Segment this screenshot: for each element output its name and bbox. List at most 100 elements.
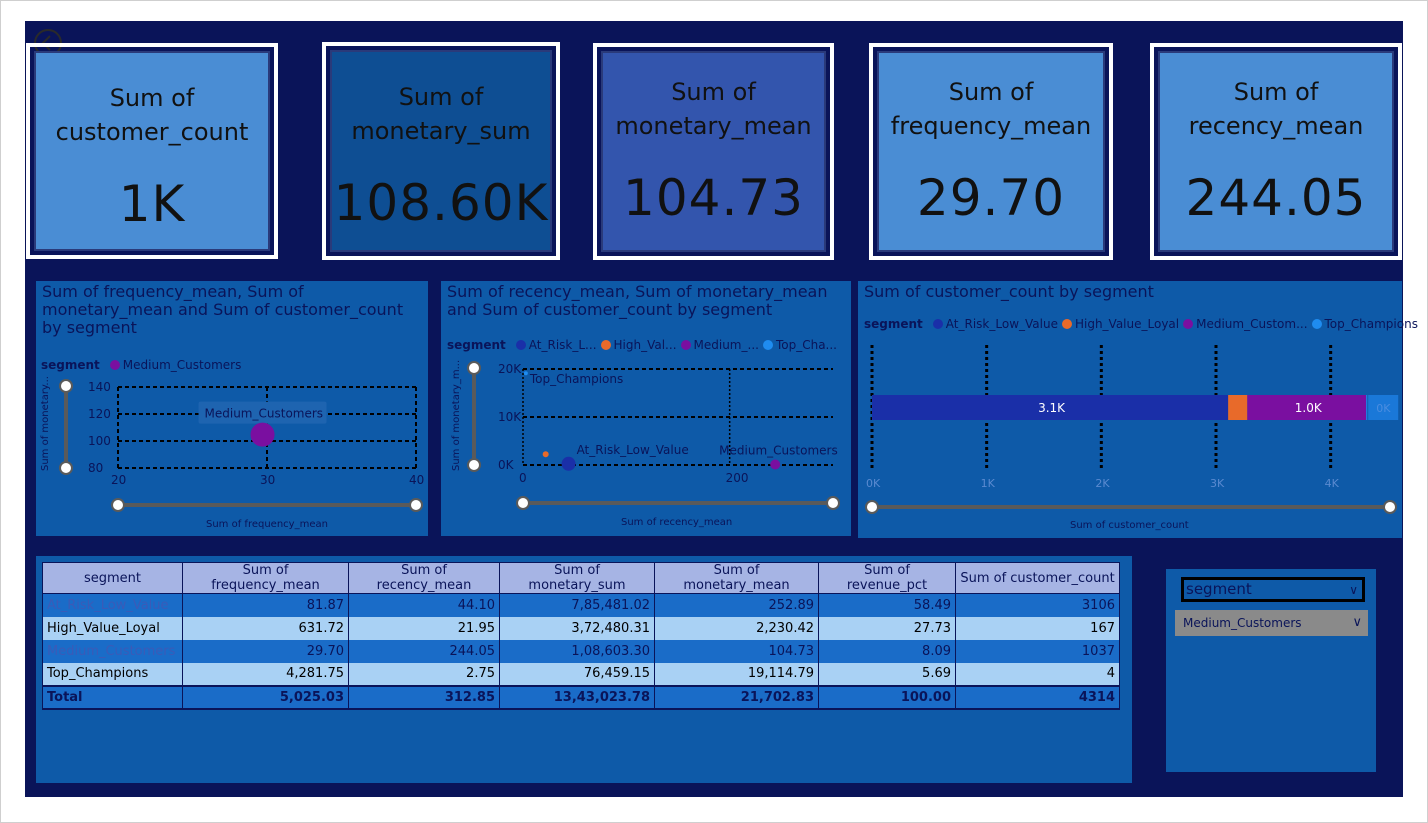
table-cell: 2.75 xyxy=(348,662,500,686)
table-cell: 76,459.15 xyxy=(499,662,655,686)
x-tick-label: 30 xyxy=(260,473,275,487)
column-header[interactable]: Sum of revenue_pct xyxy=(818,562,956,594)
slicer-selected-value: Medium_Customers xyxy=(1183,616,1302,630)
bar-chart-customer-count[interactable]: Sum of customer_count by segment segment… xyxy=(858,281,1418,538)
total-cell: 4314 xyxy=(955,684,1120,710)
total-cell: 5,025.03 xyxy=(182,684,349,710)
x-tick-label: 2K xyxy=(1095,477,1110,490)
scatter-chart-recency[interactable]: Sum of recency_mean, Sum of monetary_mea… xyxy=(441,281,851,536)
table-cell: 8.09 xyxy=(818,639,956,663)
x-tick-label: 40 xyxy=(409,473,424,487)
table-row[interactable]: Top_Champions 4,281.75 2.75 76,459.15 19… xyxy=(42,662,1120,686)
kpi-title-line2: monetary_mean xyxy=(615,112,812,140)
kpi-card-body: Sum of frequency_mean 29.70 xyxy=(877,51,1105,252)
bar-data-label: 0K xyxy=(1376,402,1391,415)
kpi-title-line1: Sum of xyxy=(398,83,484,111)
range-slider-handle[interactable] xyxy=(826,496,840,510)
x-tick-label: 200 xyxy=(726,471,749,485)
slicer-header[interactable]: segment ∨ xyxy=(1181,577,1365,602)
bar-data-label: 3.1K xyxy=(1038,401,1066,415)
kpi-card-monetary-sum: Sum of monetary_sum 108.60K xyxy=(322,42,560,260)
bar-segment-high-value xyxy=(1228,395,1248,420)
table-header-row: segment Sum of frequency_mean Sum of rec… xyxy=(42,562,1120,594)
total-cell: Total xyxy=(42,684,183,710)
slicer-header-label: segment xyxy=(1186,580,1252,598)
chevron-down-icon[interactable]: ∨ xyxy=(1352,610,1362,636)
x-tick-label: 20 xyxy=(111,473,126,487)
table-cell: 2,230.42 xyxy=(654,616,819,640)
table-cell: 1037 xyxy=(955,639,1120,663)
total-cell: 13,43,023.78 xyxy=(499,684,655,710)
y-tick-label: 100 xyxy=(88,434,111,448)
range-slider-handle[interactable] xyxy=(865,500,879,514)
range-slider-handle[interactable] xyxy=(59,379,73,393)
table-cell: 19,114.79 xyxy=(654,662,819,686)
data-label: Top_Champions xyxy=(529,372,623,386)
range-slider-handle[interactable] xyxy=(409,498,423,512)
kpi-value: 29.70 xyxy=(916,169,1066,227)
data-label: Medium_Customers xyxy=(719,443,838,457)
total-cell: 21,702.83 xyxy=(654,684,819,710)
table-row[interactable]: High_Value_Loyal 631.72 21.95 3,72,480.3… xyxy=(42,616,1120,640)
table-cell: 631.72 xyxy=(182,616,349,640)
table-cell: 44.10 xyxy=(348,593,500,617)
column-header[interactable]: segment xyxy=(42,562,183,594)
scatter-chart-frequency[interactable]: Sum of frequency_mean, Sum of monetary_m… xyxy=(36,281,428,536)
kpi-value: 108.60K xyxy=(333,174,549,232)
table-row[interactable]: At_Risk_Low_Value 81.87 44.10 7,85,481.0… xyxy=(42,593,1120,617)
scatter-point-medium xyxy=(250,422,275,447)
scatter-point-at-risk xyxy=(561,456,576,471)
table-cell: 104.73 xyxy=(654,639,819,663)
kpi-title-line2: customer_count xyxy=(55,118,249,146)
range-slider-handle[interactable] xyxy=(467,458,481,472)
kpi-title-line1: Sum of xyxy=(948,78,1034,106)
kpi-title-line1: Sum of xyxy=(671,78,756,106)
table-cell: 27.73 xyxy=(818,616,956,640)
table-cell: 29.70 xyxy=(182,639,349,663)
table-cell: 3,72,480.31 xyxy=(499,616,655,640)
range-slider-handle[interactable] xyxy=(516,496,530,510)
range-slider-handle[interactable] xyxy=(111,498,125,512)
table-cell: Medium_Customers xyxy=(42,639,183,663)
kpi-card-customer-count: Sum of customer_count 1K xyxy=(26,43,278,259)
kpi-card-frequency-mean: Sum of frequency_mean 29.70 xyxy=(869,43,1113,260)
x-axis-title: Sum of frequency_mean xyxy=(206,519,328,530)
x-tick-label: 4K xyxy=(1325,477,1340,490)
range-slider-handle[interactable] xyxy=(467,361,481,375)
column-header[interactable]: Sum of recency_mean xyxy=(348,562,500,594)
scatter-point-high-value xyxy=(542,451,549,458)
table-cell: 81.87 xyxy=(182,593,349,617)
data-label: Medium_Customers xyxy=(205,407,324,421)
segment-table[interactable]: segment Sum of frequency_mean Sum of rec… xyxy=(36,556,1132,783)
kpi-card-body: Sum of monetary_sum 108.60K xyxy=(330,50,552,252)
column-header[interactable]: Sum of customer_count xyxy=(955,562,1120,594)
column-header[interactable]: Sum of monetary_sum xyxy=(499,562,655,594)
table-row[interactable]: Medium_Customers 29.70 244.05 1,08,603.3… xyxy=(42,639,1120,663)
bar-segment-top xyxy=(1366,395,1368,420)
chevron-down-icon[interactable]: ∨ xyxy=(1349,581,1358,600)
x-axis-title: Sum of recency_mean xyxy=(621,517,733,528)
kpi-card-body: Sum of customer_count 1K xyxy=(34,51,270,251)
kpi-title-line1: Sum of xyxy=(109,84,195,112)
y-tick-label: 120 xyxy=(88,407,111,421)
column-header[interactable]: Sum of monetary_mean xyxy=(654,562,819,594)
y-tick-label: 20K xyxy=(498,362,522,376)
table-cell: At_Risk_Low_Value xyxy=(42,593,183,617)
y-axis-title: Sum of monetary... xyxy=(40,376,51,471)
x-axis-title: Sum of customer_count xyxy=(1070,520,1189,531)
kpi-title: Sum of recency_mean xyxy=(1189,75,1364,143)
kpi-card-monetary-mean: Sum of monetary_mean 104.73 xyxy=(593,43,834,260)
kpi-card-recency-mean: Sum of recency_mean 244.05 xyxy=(1150,43,1402,260)
table-cell: 4,281.75 xyxy=(182,662,349,686)
range-slider-handle[interactable] xyxy=(59,461,73,475)
kpi-title-line2: recency_mean xyxy=(1188,112,1364,140)
column-header[interactable]: Sum of frequency_mean xyxy=(182,562,349,594)
kpi-title-line1: Sum of xyxy=(1233,78,1319,106)
table-cell: 58.49 xyxy=(818,593,956,617)
kpi-value: 1K xyxy=(118,175,186,233)
table-cell: 167 xyxy=(955,616,1120,640)
data-label: At_Risk_Low_Value xyxy=(577,443,689,457)
kpi-title-line2: monetary_sum xyxy=(351,117,531,145)
range-slider-handle[interactable] xyxy=(1383,500,1397,514)
slicer-dropdown[interactable]: Medium_Customers ∨ xyxy=(1175,610,1368,636)
